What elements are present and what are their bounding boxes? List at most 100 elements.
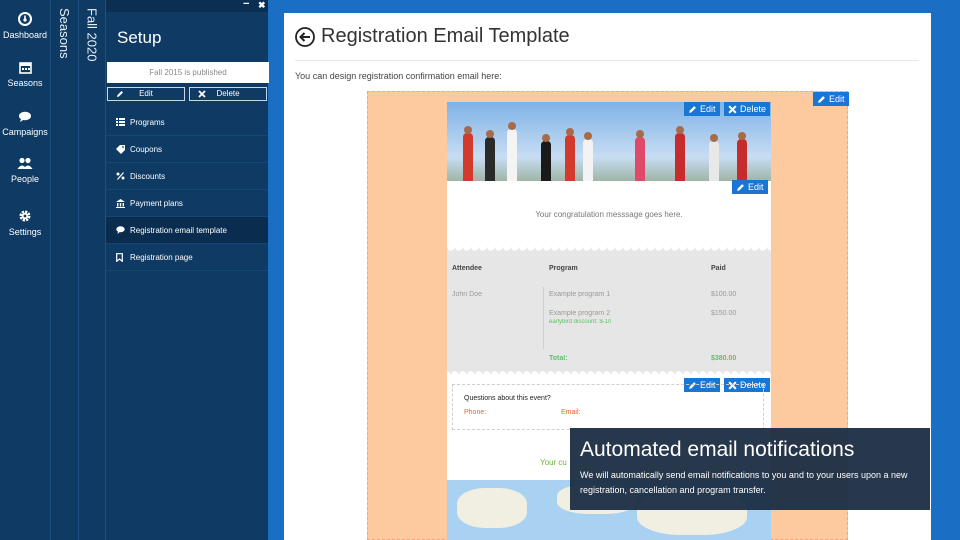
tooltip-title: Automated email notifications xyxy=(580,438,855,461)
main-nav: Dashboard Seasons Campaigns People Setti… xyxy=(0,0,50,540)
tooltip-body: We will automatically send email notific… xyxy=(580,470,908,495)
nav-dashboard-label: Dashboard xyxy=(2,30,48,40)
breadcrumb-seasons[interactable]: Seasons xyxy=(50,0,78,540)
scallop-edge xyxy=(447,247,771,253)
close-x-icon xyxy=(728,104,737,114)
col-header-program: Program xyxy=(549,265,578,272)
gear-icon xyxy=(19,210,31,222)
chat-icon xyxy=(116,226,125,234)
col-header-paid: Paid xyxy=(711,265,726,272)
nav-settings-label: Settings xyxy=(8,227,42,237)
table-cell: $150.00 xyxy=(711,310,737,317)
menu-item-programs[interactable]: Programs xyxy=(106,109,268,136)
table-cell: Example program 2 xyxy=(549,310,611,317)
list-icon xyxy=(116,118,125,126)
setup-menu: Programs Coupons Discounts Payment plans… xyxy=(106,109,268,271)
nav-people-label: People xyxy=(10,174,40,184)
table-divider xyxy=(543,287,544,349)
close-x-icon xyxy=(198,90,206,98)
season-delete-label: Delete xyxy=(216,89,240,98)
breadcrumb-season-label: Fall 2020 xyxy=(84,8,100,62)
banner-figure xyxy=(485,130,495,181)
breadcrumb-seasons-label: Seasons xyxy=(57,8,72,59)
season-edit-button[interactable]: Edit xyxy=(107,87,185,101)
canvas-edit-button[interactable]: Edit xyxy=(813,92,849,106)
setup-title: Setup xyxy=(117,28,162,47)
menu-item-label: Registration email template xyxy=(130,226,227,235)
attendee-name: John Doe xyxy=(452,291,482,298)
footer-message-partial: Your cu xyxy=(540,458,567,467)
banner-image xyxy=(447,102,771,181)
congratulation-message: Your congratulation messsage goes here. xyxy=(535,210,683,219)
published-status: Fall 2015 is published xyxy=(107,62,269,83)
bank-icon xyxy=(116,199,125,208)
col-header-attendee: Attendee xyxy=(452,265,482,272)
dashboard-icon xyxy=(18,12,32,26)
contact-email-label: Email: xyxy=(561,409,581,416)
banner-figure xyxy=(737,132,747,181)
breadcrumb-season[interactable]: Fall 2020 xyxy=(78,0,105,540)
registration-summary-table: Attendee Program Paid John Doe Example p… xyxy=(447,247,771,375)
banner-edit-button[interactable]: Edit xyxy=(684,102,720,116)
contact-block: Questions about this event? Phone: Email… xyxy=(452,384,764,430)
season-delete-button[interactable]: Delete xyxy=(189,87,267,101)
menu-item-payment-plans[interactable]: Payment plans xyxy=(106,190,268,217)
menu-item-discounts[interactable]: Discounts xyxy=(106,163,268,190)
banner-delete-button[interactable]: Delete xyxy=(724,102,771,116)
title-divider xyxy=(295,60,919,61)
edit-label: Edit xyxy=(829,94,845,104)
menu-item-label: Discounts xyxy=(130,172,166,181)
table-cell: $100.00 xyxy=(711,291,737,298)
nav-campaigns-label: Campaigns xyxy=(2,127,48,137)
delete-label: Delete xyxy=(740,104,767,114)
intro-text: You can design registration confirmation… xyxy=(295,71,502,81)
nav-people[interactable]: People xyxy=(0,157,50,184)
setup-panel: − ✖ Setup Fall 2015 is published Edit De… xyxy=(105,0,269,540)
edit-label: Edit xyxy=(700,104,716,114)
edit-label: Edit xyxy=(748,182,764,192)
banner-figure xyxy=(541,134,551,181)
banner-figure xyxy=(463,126,473,181)
map-landmass xyxy=(457,488,527,528)
banner-figure xyxy=(675,126,685,181)
menu-item-label: Programs xyxy=(130,118,165,127)
discount-note: earlybird discount: $-10 xyxy=(549,319,612,325)
menu-item-label: Payment plans xyxy=(130,199,183,208)
tag-icon xyxy=(116,145,125,154)
people-icon xyxy=(17,157,33,169)
pencil-icon xyxy=(737,183,744,191)
nav-settings[interactable]: Settings xyxy=(0,209,50,237)
message-edit-button[interactable]: Edit xyxy=(732,180,768,194)
menu-item-label: Coupons xyxy=(130,145,163,154)
back-arrow-icon[interactable] xyxy=(295,27,315,47)
banner-figure xyxy=(507,122,517,181)
banner-figure xyxy=(565,128,575,181)
menu-item-registration-email-template[interactable]: Registration email template xyxy=(106,217,268,244)
total-label: Total: xyxy=(549,355,568,362)
season-edit-label: Edit xyxy=(139,89,153,98)
banner-figure xyxy=(709,134,719,181)
nav-seasons-label: Seasons xyxy=(7,78,43,88)
panel-titlebar: − ✖ xyxy=(106,0,268,12)
nav-campaigns[interactable]: Campaigns xyxy=(0,111,50,137)
menu-item-coupons[interactable]: Coupons xyxy=(106,136,268,163)
menu-item-registration-page[interactable]: Registration page xyxy=(106,244,268,271)
percent-icon xyxy=(116,172,125,180)
calendar-icon xyxy=(18,62,32,74)
close-icon[interactable]: ✖ xyxy=(258,0,266,11)
minimize-icon[interactable]: − xyxy=(243,0,249,10)
pencil-icon xyxy=(818,95,825,103)
pencil-icon xyxy=(689,105,696,113)
bookmark-icon xyxy=(116,253,123,262)
contact-phone-label: Phone: xyxy=(464,409,487,416)
nav-seasons[interactable]: Seasons xyxy=(0,61,50,88)
nav-dashboard[interactable]: Dashboard xyxy=(0,12,50,40)
feature-tooltip: Automated email notifications We will au… xyxy=(570,428,930,510)
total-value: $380.00 xyxy=(711,355,737,362)
table-cell: Example program 1 xyxy=(549,291,611,298)
menu-item-label: Registration page xyxy=(130,253,193,262)
banner-figure xyxy=(583,132,593,181)
page-title: Registration Email Template xyxy=(321,25,570,47)
chat-icon xyxy=(19,111,31,122)
banner-figure xyxy=(635,130,645,181)
